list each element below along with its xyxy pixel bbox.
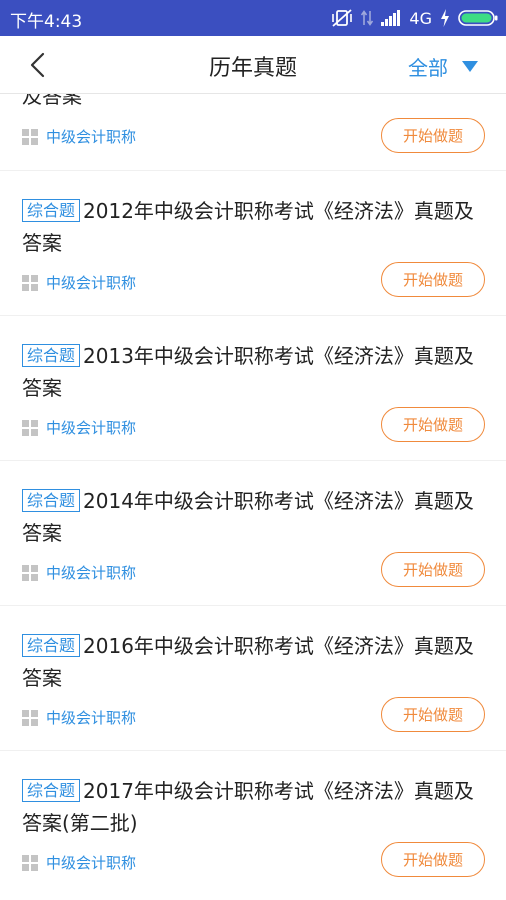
item-category: 中级会计职称 [46, 128, 137, 146]
exam-list[interactable]: 及答案 中级会计职称 开始做题 综合题 2012年中级会计职称考试《经济法》真题及… [0, 94, 506, 900]
item-title-text: 2017年中级会计职称考试《经济法》真题及答案(第二批) [22, 779, 474, 835]
charging-icon [441, 9, 449, 27]
item-category: 中级会计职称 [46, 564, 137, 582]
divider [0, 605, 506, 606]
start-practice-button[interactable]: 开始做题 [381, 842, 485, 877]
item-category: 中级会计职称 [46, 274, 137, 292]
question-type-tag: 综合题 [22, 344, 81, 367]
start-practice-button[interactable]: 开始做题 [381, 697, 485, 732]
item-title: 综合题 2016年中级会计职称考试《经济法》真题及答案 [22, 630, 488, 694]
item-category: 中级会计职称 [46, 854, 137, 872]
status-icons: 4G [331, 6, 498, 30]
start-practice-button[interactable]: 开始做题 [381, 118, 485, 153]
category-grid-icon [22, 274, 38, 291]
divider [0, 460, 506, 461]
vibrate-mute-icon [332, 9, 353, 27]
item-title: 综合题 2017年中级会计职称考试《经济法》真题及答案(第二批) [22, 775, 488, 839]
category-grid-icon [22, 128, 38, 145]
start-practice-button[interactable]: 开始做题 [381, 262, 485, 297]
filter-label: 全部 [408, 56, 448, 80]
item-title-text: 2012年中级会计职称考试《经济法》真题及答案 [22, 199, 474, 255]
item-title: 综合题 2012年中级会计职称考试《经济法》真题及答案 [22, 195, 488, 259]
item-meta: 中级会计职称 [22, 272, 136, 293]
item-title-text: 2016年中级会计职称考试《经济法》真题及答案 [22, 634, 474, 690]
divider [0, 170, 506, 171]
start-practice-button[interactable]: 开始做题 [381, 552, 485, 587]
item-category: 中级会计职称 [46, 419, 137, 437]
start-practice-button[interactable]: 开始做题 [381, 407, 485, 442]
category-grid-icon [22, 419, 38, 436]
divider [0, 315, 506, 316]
item-title: 及答案 [22, 94, 82, 108]
data-transfer-icon [361, 10, 374, 26]
question-type-tag: 综合题 [22, 199, 81, 222]
navigation-bar: 历年真题 全部 [0, 36, 506, 94]
item-title-text: 2014年中级会计职称考试《经济法》真题及答案 [22, 489, 474, 545]
status-bar: 下午4:43 4G [0, 0, 506, 36]
battery-icon [458, 10, 498, 26]
divider [0, 750, 506, 751]
category-grid-icon [22, 564, 38, 581]
category-grid-icon [22, 854, 38, 871]
item-title: 综合题 2013年中级会计职称考试《经济法》真题及答案 [22, 340, 488, 404]
item-meta: 中级会计职称 [22, 707, 136, 728]
status-time: 下午4:43 [10, 12, 83, 32]
item-meta: 中级会计职称 [22, 562, 136, 583]
item-meta: 中级会计职称 [22, 126, 136, 147]
item-meta: 中级会计职称 [22, 852, 136, 873]
question-type-tag: 综合题 [22, 489, 81, 512]
filter-dropdown[interactable]: 全部 [408, 52, 478, 81]
dropdown-triangle-icon [462, 61, 478, 72]
item-meta: 中级会计职称 [22, 417, 136, 438]
item-title-text: 2013年中级会计职称考试《经济法》真题及答案 [22, 344, 474, 400]
category-grid-icon [22, 709, 38, 726]
network-type: 4G [409, 8, 432, 28]
item-title: 综合题 2014年中级会计职称考试《经济法》真题及答案 [22, 485, 488, 549]
question-type-tag: 综合题 [22, 779, 81, 802]
signal-icon [381, 10, 401, 26]
question-type-tag: 综合题 [22, 634, 81, 657]
item-category: 中级会计职称 [46, 709, 137, 727]
